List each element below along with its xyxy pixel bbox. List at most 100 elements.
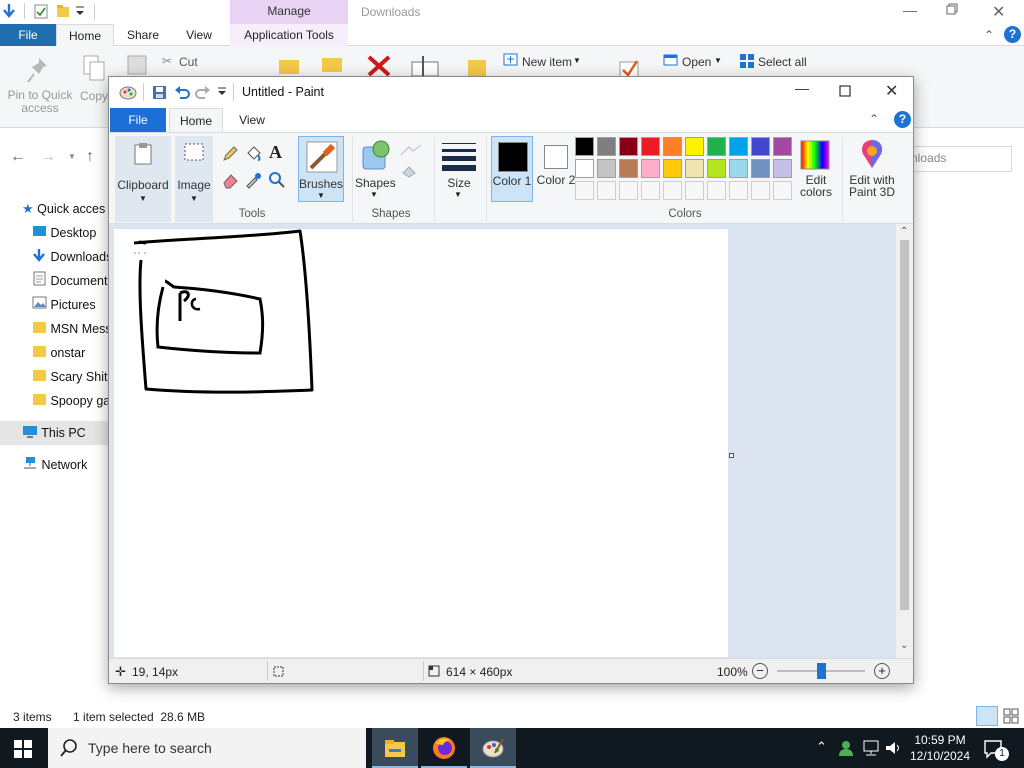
image-button[interactable]: Image ▼ [175, 136, 213, 222]
palette-swatch[interactable] [619, 137, 638, 156]
save-icon[interactable] [152, 85, 167, 103]
select-all-button[interactable]: Select all [758, 55, 807, 69]
help-icon[interactable]: ? [894, 111, 911, 128]
tab-share[interactable]: Share [120, 24, 166, 46]
palette-swatch[interactable] [685, 137, 704, 156]
properties-icon[interactable] [34, 4, 48, 22]
taskbar-search-box[interactable]: Type here to search [48, 728, 366, 768]
color1-selector[interactable]: Color 1 [491, 136, 533, 202]
tab-file[interactable]: File [110, 108, 166, 132]
palette-swatch[interactable] [597, 137, 616, 156]
taskbar-file-explorer[interactable] [372, 728, 418, 768]
tab-file[interactable]: File [0, 24, 56, 46]
folder-icon[interactable] [56, 4, 70, 21]
scroll-up-icon[interactable]: ⌃ [900, 226, 908, 237]
vertical-scrollbar[interactable]: ⌃ ⌄ [896, 224, 913, 658]
windows-start-icon[interactable] [14, 740, 32, 761]
custom-color-slot[interactable] [641, 181, 660, 200]
palette-swatch[interactable] [641, 159, 660, 178]
restore-icon[interactable] [946, 3, 958, 18]
search-input[interactable]: nloads [900, 146, 1012, 172]
custom-color-slot[interactable] [707, 181, 726, 200]
chevron-up-icon[interactable]: ⌃ [869, 112, 879, 126]
recent-locations-icon[interactable]: ▼ [68, 152, 76, 161]
tab-application-tools[interactable]: Application Tools [230, 24, 348, 46]
custom-color-slot[interactable] [751, 181, 770, 200]
sidebar-item-pictures[interactable]: Pictures [0, 293, 108, 317]
sidebar-item-folder[interactable]: Scary Shit [0, 365, 108, 389]
sidebar-item-documents[interactable]: Documents [0, 269, 108, 293]
user-status-icon[interactable] [838, 739, 856, 760]
open-button[interactable]: Open [682, 55, 711, 69]
palette-swatch[interactable] [575, 137, 594, 156]
eraser-icon[interactable] [221, 171, 239, 192]
taskbar-firefox[interactable] [421, 728, 467, 768]
tab-view[interactable]: View [176, 24, 222, 46]
custom-color-slot[interactable] [575, 181, 594, 200]
tab-view[interactable]: View [229, 108, 275, 132]
clipboard-button[interactable]: Clipboard ▼ [115, 136, 171, 222]
taskbar-paint[interactable] [470, 728, 516, 768]
zoom-in-icon[interactable]: + [874, 663, 890, 679]
palette-swatch[interactable] [641, 137, 660, 156]
tab-home[interactable]: Home [56, 24, 114, 47]
custom-color-slot[interactable] [685, 181, 704, 200]
palette-swatch[interactable] [707, 137, 726, 156]
shapes-button[interactable]: Shapes ▼ [355, 136, 396, 202]
sidebar-item-folder[interactable]: onstar [0, 341, 108, 365]
clock[interactable]: 10:59 PM 12/10/2024 [908, 732, 972, 764]
network-icon[interactable] [862, 739, 880, 760]
chevron-up-icon[interactable]: ⌃ [984, 28, 994, 42]
new-item-button[interactable]: New item [522, 55, 572, 69]
palette-swatch[interactable] [663, 159, 682, 178]
zoom-out-icon[interactable]: − [752, 663, 768, 679]
forward-arrow-icon[interactable]: → [40, 148, 56, 166]
close-icon[interactable]: ✕ [885, 81, 898, 101]
custom-color-slot[interactable] [773, 181, 792, 200]
brushes-button[interactable]: Brushes ▼ [298, 136, 344, 202]
custom-color-slot[interactable] [663, 181, 682, 200]
manage-context-tab[interactable]: Manage [230, 0, 348, 24]
minimize-icon[interactable]: — [903, 2, 917, 18]
quick-access-dropdown-icon[interactable] [217, 86, 227, 101]
details-view-icon[interactable] [976, 706, 998, 726]
pencil-icon[interactable] [221, 145, 239, 166]
drawing-canvas[interactable]: PC [114, 229, 728, 657]
copy-button[interactable]: Copy [80, 89, 108, 103]
color2-selector[interactable]: Color 2 [536, 136, 578, 202]
edit-colors-button[interactable]: Edit colors [797, 136, 835, 202]
color-picker-icon[interactable] [244, 171, 262, 192]
size-button[interactable]: Size ▼ [439, 136, 479, 202]
tab-home[interactable]: Home [169, 108, 223, 133]
magnifier-icon[interactable] [268, 171, 286, 192]
sidebar-item-desktop[interactable]: Desktop [0, 221, 108, 245]
palette-swatch[interactable] [663, 137, 682, 156]
maximize-icon[interactable] [839, 85, 851, 100]
palette-swatch[interactable] [751, 137, 770, 156]
palette-swatch[interactable] [751, 159, 770, 178]
palette-swatch[interactable] [597, 159, 616, 178]
custom-color-slot[interactable] [597, 181, 616, 200]
down-arrow-icon[interactable] [2, 3, 16, 22]
custom-color-slot[interactable] [619, 181, 638, 200]
help-icon[interactable]: ? [1004, 26, 1021, 43]
quick-access-dropdown-icon[interactable] [74, 4, 86, 21]
palette-swatch[interactable] [729, 159, 748, 178]
large-icons-view-icon[interactable] [1003, 708, 1019, 724]
paint-app-icon[interactable] [119, 85, 137, 104]
up-arrow-icon[interactable]: ↑ [86, 148, 94, 166]
palette-swatch[interactable] [773, 137, 792, 156]
pin-to-quick-access-button[interactable]: Pin to Quick access [4, 89, 76, 115]
redo-icon[interactable] [195, 85, 211, 102]
fill-bucket-icon[interactable] [244, 145, 262, 166]
sidebar-item-downloads[interactable]: Downloads [0, 245, 108, 269]
palette-swatch[interactable] [619, 159, 638, 178]
palette-swatch[interactable] [575, 159, 594, 178]
undo-icon[interactable] [174, 85, 190, 102]
minimize-icon[interactable]: — [795, 80, 809, 96]
canvas-resize-handle[interactable] [729, 453, 734, 458]
text-tool-icon[interactable]: A [269, 142, 282, 163]
sidebar-item-this-pc[interactable]: This PC [0, 421, 108, 445]
scroll-down-icon[interactable]: ⌄ [900, 640, 908, 651]
zoom-slider-thumb[interactable] [816, 663, 826, 679]
